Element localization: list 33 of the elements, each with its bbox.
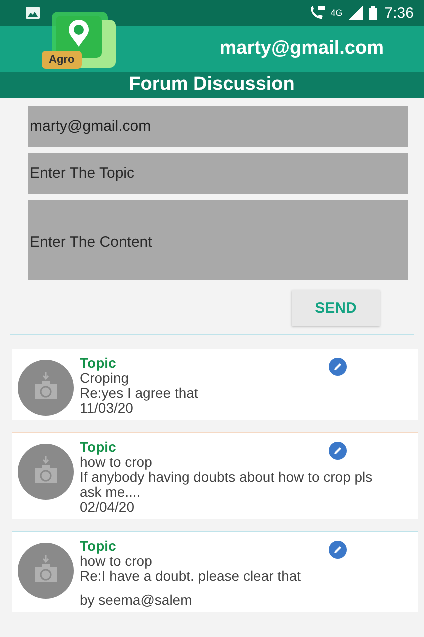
edit-icon[interactable]: [329, 358, 347, 376]
input-field[interactable]: marty@gmail.com: [28, 106, 408, 147]
topic-label: Topic: [80, 539, 116, 554]
topic-title: how to crop: [80, 455, 154, 470]
post-author: by seema@salem: [80, 593, 194, 608]
camera-avatar-icon: [18, 543, 74, 599]
post-card[interactable]: Topic how to crop If anybody having doubts about how to crop pls ask me.... 02/04/20: [12, 432, 418, 519]
post-date: 11/03/20: [80, 401, 134, 416]
post-message: Re:yes I agree that: [80, 386, 198, 401]
post-card[interactable]: Topic how to crop Re:I have a doubt. please clear that by seema@salem: [12, 531, 418, 612]
clock: 7:36: [384, 4, 414, 22]
edit-icon[interactable]: [329, 541, 347, 559]
post-card[interactable]: Topic Croping Re:yes I agree that 11/03/20: [12, 349, 418, 420]
battery-icon: [368, 6, 377, 20]
camera-avatar-icon: [18, 444, 74, 500]
topic-label: Topic: [80, 440, 116, 455]
topic-label: Topic: [80, 356, 116, 371]
page-title: Forum Discussion: [0, 72, 424, 98]
user-email: marty@gmail.com: [220, 38, 384, 60]
content-field[interactable]: Enter The Content: [28, 200, 408, 280]
image-icon: [26, 7, 40, 19]
post-message: Re:I have a doubt. please clear that: [80, 569, 302, 584]
edit-icon[interactable]: [329, 442, 347, 460]
app-logo: Agro: [42, 12, 116, 70]
post-date: 02/04/20: [80, 500, 136, 515]
camera-avatar-icon: [18, 360, 74, 416]
post-message: If anybody having doubts about how to crop pls ask me....: [80, 470, 374, 500]
topic-title: how to crop: [80, 554, 154, 569]
signal-icon: [348, 6, 363, 20]
phone-icon: [308, 6, 325, 20]
topic-title: Croping: [80, 371, 130, 386]
network-type: 4G: [330, 8, 343, 18]
input-field[interactable]: Enter The Topic: [28, 153, 408, 194]
